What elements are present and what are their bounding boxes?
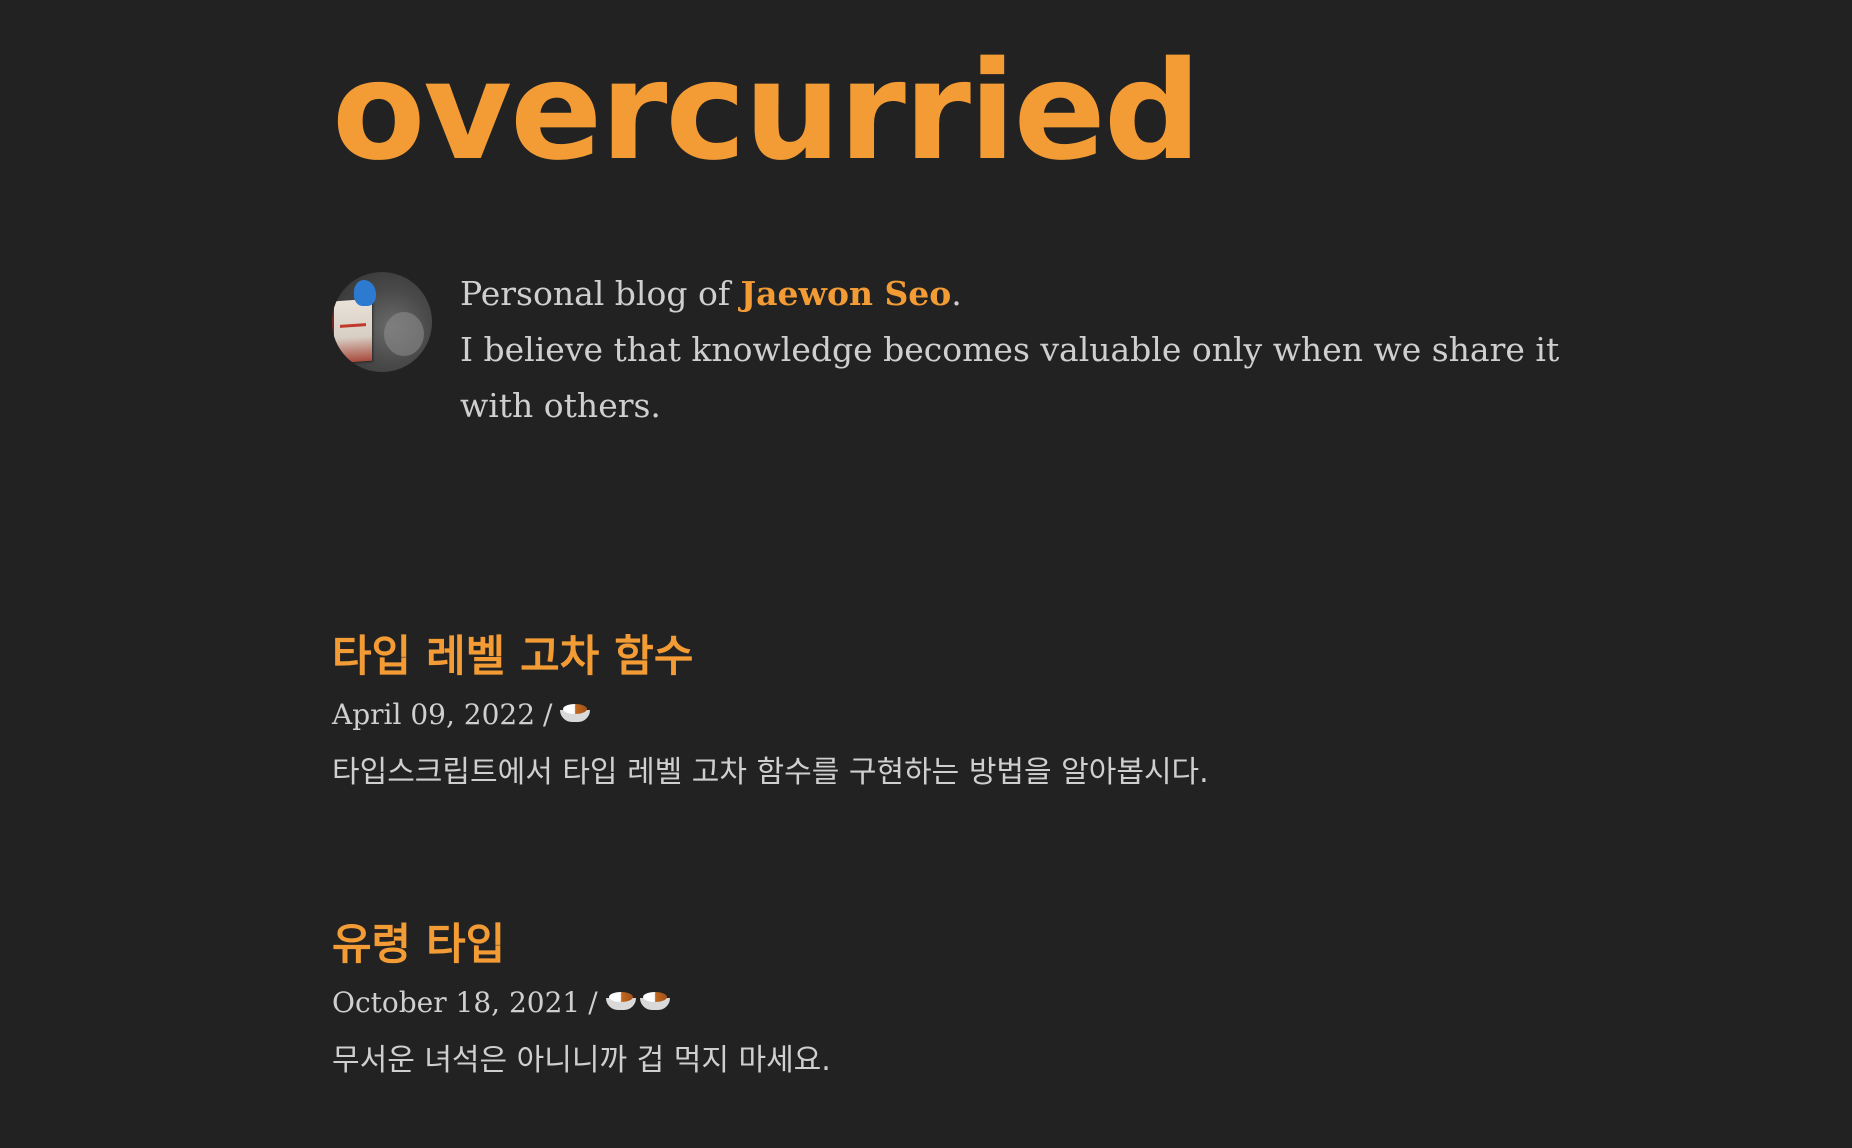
bio-section: Personal blog of Jaewon Seo. I believe t… [332,272,1572,434]
bio-line-1: Personal blog of Jaewon Seo. [460,266,1572,322]
curry-rice-icon [605,990,636,1010]
bio-suffix: . [951,274,962,313]
author-link[interactable]: Jaewon Seo [741,274,952,313]
post-date: April 09, 2022 [332,697,536,731]
avatar [332,272,432,372]
post-title-link[interactable]: 타입 레벨 고차 함수 [332,632,693,684]
curry-rice-icon [639,990,670,1010]
bio-line-2: I believe that knowledge becomes valuabl… [460,330,1560,425]
post-meta: April 09, 2022 / [332,698,1572,731]
bio-text: Personal blog of Jaewon Seo. I believe t… [460,266,1572,434]
post-description: 타입스크립트에서 타입 레벨 고차 함수를 구현하는 방법을 알아봅시다. [332,754,1209,790]
meta-separator: / [588,985,598,1019]
post-item: 유령 타입 October 18, 2021 / 무서운 녀석은 아니니까 겁 … [332,920,1572,1079]
curry-rice-icon [560,702,591,722]
post-title-link[interactable]: 유령 타입 [332,920,505,972]
meta-separator: / [543,697,553,731]
site-title-link[interactable]: overcurried [332,44,1201,180]
post-meta: October 18, 2021 / [332,986,1572,1019]
post-date: October 18, 2021 [332,985,581,1019]
bio-prefix: Personal blog of [460,274,741,313]
post-description: 무서운 녀석은 아니니까 겁 먹지 마세요. [332,1042,831,1078]
avatar-book-shape [334,298,372,364]
avatar-glove-shape [354,280,376,306]
avatar-hand-shape [384,312,424,356]
post-item: 타입 레벨 고차 함수 April 09, 2022 / 타입스크립트에서 타입… [332,632,1572,791]
